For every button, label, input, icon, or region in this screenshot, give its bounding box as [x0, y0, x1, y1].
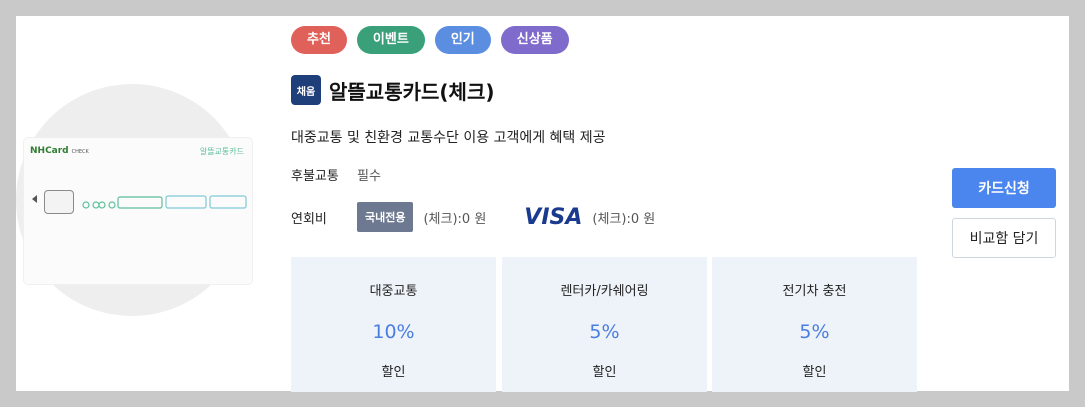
annual-fee-row: 연회비 국내전용 (체크):0 원 VISA (체크):0 원 [291, 202, 655, 232]
badge-new: 신상품 [500, 26, 569, 54]
visa-logo-icon: VISA [524, 204, 583, 230]
card-image[interactable]: NHCard CHECK 알뜰교통카드 [24, 138, 252, 284]
benefit-unit: 할인 [381, 365, 406, 380]
benefit-name: 렌터카/카쉐어링 [560, 284, 649, 299]
badge-list: 추천 이벤트 인기 신상품 [291, 26, 569, 54]
bank-logo-icon: 채움 [291, 75, 321, 105]
benefit-name: 전기차 충전 [782, 284, 847, 299]
transport-illustration-icon [82, 195, 247, 209]
benefit-name: 대중교통 [369, 284, 418, 299]
arrow-icon [32, 195, 37, 203]
requirement-value: 필수 [357, 169, 381, 184]
benefit-card: 대중교통 10% 할인 [291, 257, 496, 392]
benefit-unit: 할인 [592, 365, 617, 380]
annual-fee-label: 연회비 [291, 211, 327, 227]
benefit-value: 5% [589, 321, 620, 343]
chip-icon [44, 190, 74, 214]
card-brand-label: 알뜰교통카드 [199, 147, 244, 156]
badge-recommend: 추천 [291, 26, 347, 54]
card-title-row: 채움 알뜰교통카드(체크) [291, 75, 494, 105]
benefit-value: 5% [799, 321, 830, 343]
benefit-value: 10% [372, 321, 415, 343]
card-description: 대중교통 및 친환경 교통수단 이용 고객에게 혜택 제공 [291, 130, 606, 146]
apply-card-button[interactable]: 카드신청 [952, 168, 1056, 208]
add-to-compare-button[interactable]: 비교함 담기 [952, 218, 1056, 258]
badge-popular: 인기 [434, 26, 491, 54]
domestic-fee: (체크):0 원 [423, 211, 487, 227]
card-title[interactable]: 알뜰교통카드(체크) [329, 76, 494, 105]
domestic-only-badge: 국내전용 [357, 202, 414, 232]
requirement-label: 후불교통 [291, 169, 339, 184]
requirement-row: 후불교통 필수 [291, 165, 381, 184]
nh-card-logo: NHCard CHECK [30, 146, 89, 156]
benefit-unit: 할인 [802, 365, 827, 380]
benefit-card: 렌터카/카쉐어링 5% 할인 [502, 257, 707, 392]
benefit-card: 전기차 충전 5% 할인 [712, 257, 917, 392]
badge-event: 이벤트 [356, 26, 425, 54]
visa-fee: (체크):0 원 [592, 211, 656, 227]
